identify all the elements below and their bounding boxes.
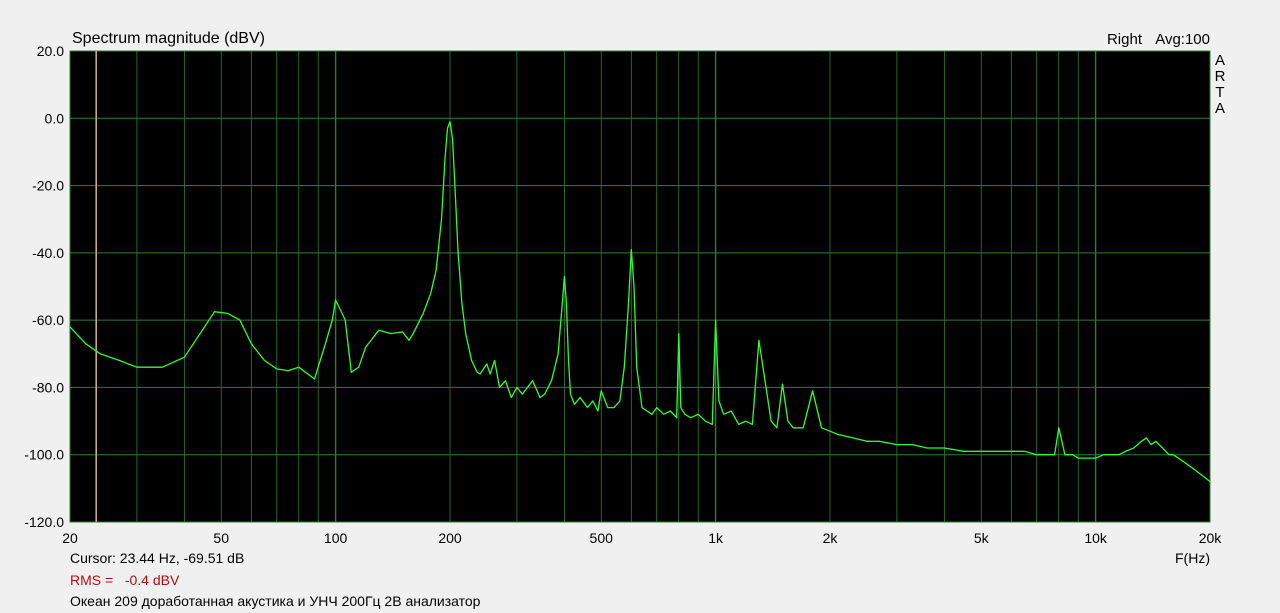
x-tick-label: 20k [1199, 530, 1223, 546]
brand-letter: T [1215, 84, 1224, 101]
y-tick-label: -40.0 [32, 245, 64, 261]
arta-brand-label: ARTA [1215, 52, 1226, 117]
rms-readout: RMS = -0.4 dBV [70, 572, 180, 588]
average-label: Avg:100 [1155, 31, 1210, 48]
x-tick-label: 10k [1084, 530, 1108, 546]
brand-letter: A [1215, 52, 1225, 69]
y-tick-label: -100.0 [24, 447, 64, 463]
y-tick-label: 20.0 [37, 43, 64, 59]
x-axis-tick-labels: 20 50 100 200 500 1k 2k 5k 10k 20k [62, 530, 1222, 546]
x-tick-label: 500 [590, 530, 614, 546]
x-tick-label: 100 [324, 530, 348, 546]
y-tick-label: -120.0 [24, 514, 64, 530]
x-axis-label: F(Hz) [1175, 550, 1210, 566]
x-tick-label: 2k [823, 530, 839, 546]
y-tick-label: -20.0 [32, 178, 64, 194]
x-tick-label: 200 [438, 530, 462, 546]
y-axis-tick-labels: 20.0 0.0 -20.0 -40.0 -60.0 -80.0 -100.0 -120.0 [24, 43, 64, 530]
y-tick-label: -80.0 [32, 379, 64, 395]
y-tick-label: -60.0 [32, 312, 64, 328]
channel-label: Right [1107, 31, 1143, 48]
brand-letter: A [1215, 100, 1225, 117]
spectrum-window: 20.0 0.0 -20.0 -40.0 -60.0 -80.0 -100.0 -120.0 … [0, 0, 1280, 613]
x-tick-label: 1k [708, 530, 724, 546]
plot-area[interactable] [69, 50, 1211, 523]
x-tick-label: 5k [974, 530, 990, 546]
chart-title: Spectrum magnitude (dBV) [72, 30, 265, 47]
cursor-readout: Cursor: 23.44 Hz, -69.51 dB [70, 550, 244, 566]
y-tick-label: 0.0 [45, 110, 65, 126]
x-tick-label: 50 [213, 530, 229, 546]
x-tick-label: 20 [62, 530, 78, 546]
spectrum-chart: 20.00.0-20.0-40.0-60.0-80.0-100.0-120.0 … [24, 30, 1226, 609]
brand-letter: R [1215, 68, 1226, 85]
measurement-description: Океан 209 доработанная акустика и УНЧ 20… [70, 593, 481, 609]
